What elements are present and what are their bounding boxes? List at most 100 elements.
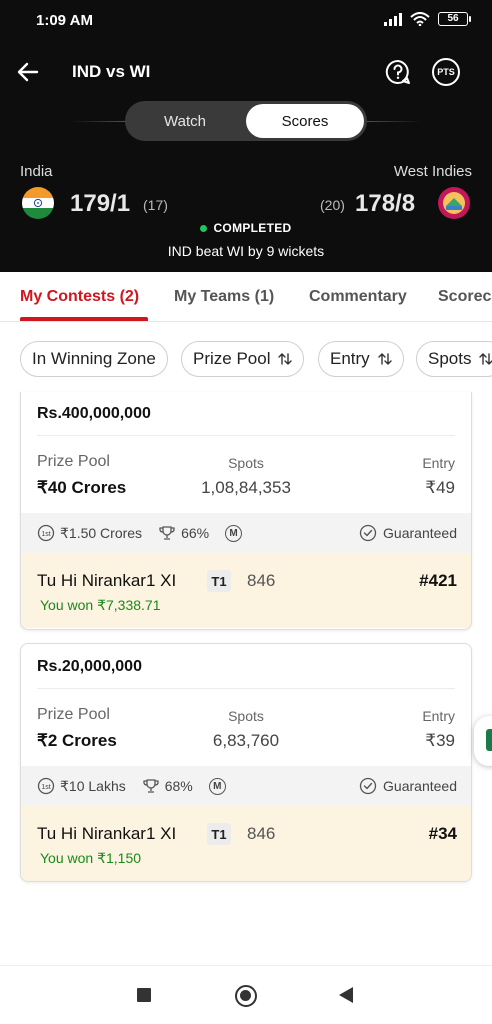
filter-in-winning-zone[interactable]: In Winning Zone [20,341,168,377]
joined-team-row[interactable]: Tu Hi Nirankar1 XI T1 846 #34 You won ₹1… [21,806,471,881]
tab-my-contests[interactable]: My Contests (2) [20,288,139,306]
filter-label: Prize Pool [193,349,271,368]
team-left-overs: (17) [143,197,168,213]
filter-bar: In Winning Zone Prize Pool Entry Spots [0,341,492,377]
winnings: You won ₹7,338.71 [40,597,161,613]
scores-button[interactable]: Scores [246,104,364,138]
match-result: IND beat WI by 9 wickets [167,243,325,259]
contest-card[interactable]: Rs.20,000,000 Prize Pool ₹2 Crores Spots… [20,643,472,882]
prize-pool-label: Prize Pool [37,453,110,470]
tab-bar: My Contests (2) My Teams (1) Commentary … [0,272,492,322]
team-left-name: India [20,163,53,180]
entry-label: Entry [422,708,455,724]
first-prize-value: ₹10 Lakhs [60,777,126,794]
status-icons: 56 [384,12,471,26]
filter-label: Entry [330,349,370,368]
team-right-score: 178/8 [355,190,416,217]
filter-prize-pool[interactable]: Prize Pool [181,341,305,377]
toggle-divider-right [362,121,422,122]
first-prize-icon: 1st [37,524,55,542]
multi-entry-icon: M [225,524,243,542]
win-percent: 68% [142,777,193,795]
sort-icon [479,353,492,365]
trophy-icon [159,526,175,540]
status-dot-icon [200,224,208,232]
contest-card[interactable]: Rs.400,000,000 Prize Pool ₹40 Crores Spo… [20,392,472,630]
team-rank: #34 [428,824,457,843]
check-circle-icon [359,524,377,542]
joined-team-row[interactable]: Tu Hi Nirankar1 XI T1 846 #421 You won ₹… [21,553,471,628]
guaranteed-label: Guaranteed [383,778,457,794]
win-percent-value: 66% [181,525,210,541]
trophy-icon [143,779,159,793]
wifi-icon [410,12,430,26]
west-indies-flag-icon [438,187,470,219]
floating-action-button[interactable] [474,716,492,766]
multi-entry: M [225,524,243,542]
team-right-overs: (20) [320,197,345,213]
tab-commentary[interactable]: Commentary [309,288,407,306]
first-prize: 1st ₹1.50 Crores [37,524,142,542]
signal-icon [384,13,402,26]
app-bar: IND vs WI PTS [0,50,492,94]
help-chat-icon[interactable] [384,58,412,86]
multi-entry: M [208,777,226,795]
contest-meta-bar: 1st ₹10 Lakhs 68% M Guaranteed [21,766,471,806]
check-circle-icon [359,777,377,795]
active-tab-indicator [20,317,148,321]
toggle-divider-left [70,121,130,122]
team-points: 846 [247,824,276,843]
guaranteed-label: Guaranteed [383,525,457,541]
tab-my-teams[interactable]: My Teams (1) [174,288,274,306]
tab-scorecard[interactable]: Scorecard [438,288,492,306]
card-divider [37,435,455,436]
first-prize: 1st ₹10 Lakhs [37,777,126,795]
points-icon[interactable]: PTS [432,58,460,86]
prize-pool-label: Prize Pool [37,706,110,723]
team-name: Tu Hi Nirankar1 XI [37,571,177,590]
first-prize-icon: 1st [37,777,55,795]
status-time: 1:09 AM [36,12,93,29]
home-icon[interactable] [235,985,257,1007]
sort-icon [278,353,293,365]
team-name: Tu Hi Nirankar1 XI [37,824,177,843]
contest-title: Rs.20,000,000 [37,658,142,675]
sort-icon [377,353,392,365]
guaranteed: Guaranteed [359,777,457,795]
team-right-name: West Indies [393,163,472,180]
entry-value: ₹39 [425,731,455,750]
team-tag: T1 [207,823,231,845]
card-divider [37,688,455,689]
filter-spots[interactable]: Spots [416,341,492,377]
contest-title: Rs.400,000,000 [37,405,151,422]
team-tag: T1 [207,570,231,592]
match-title: IND vs WI [72,62,151,81]
spots-label: Spots [228,708,264,724]
back-nav-icon[interactable] [339,987,353,1003]
match-status-row: COMPLETED [0,221,492,235]
india-flag-icon [22,187,54,219]
battery-level: 56 [447,13,459,24]
back-arrow-icon[interactable] [14,58,42,86]
filter-entry[interactable]: Entry [318,341,404,377]
team-left-score: 179/1 [70,190,131,217]
prize-pool-value: ₹2 Crores [37,731,117,750]
prize-pool-value: ₹40 Crores [37,478,127,497]
entry-value: ₹49 [425,478,455,497]
contest-meta-bar: 1st ₹1.50 Crores 66% M Guaranteed [21,513,471,553]
battery-icon: 56 [438,12,471,26]
match-status: COMPLETED [213,221,292,235]
first-prize-value: ₹1.50 Crores [60,524,143,541]
system-nav-bar [0,965,492,1024]
team-points: 846 [247,571,276,590]
recents-icon[interactable] [137,988,151,1002]
svg-text:1st: 1st [41,784,50,791]
entry-label: Entry [422,455,455,471]
filter-label: In Winning Zone [32,349,156,368]
guaranteed: Guaranteed [359,524,457,542]
watch-button[interactable]: Watch [125,101,245,141]
status-bar: 1:09 AM 56 [0,0,492,42]
filter-label: Spots [428,349,472,368]
win-percent: 66% [158,524,209,542]
team-rank: #421 [419,571,457,590]
